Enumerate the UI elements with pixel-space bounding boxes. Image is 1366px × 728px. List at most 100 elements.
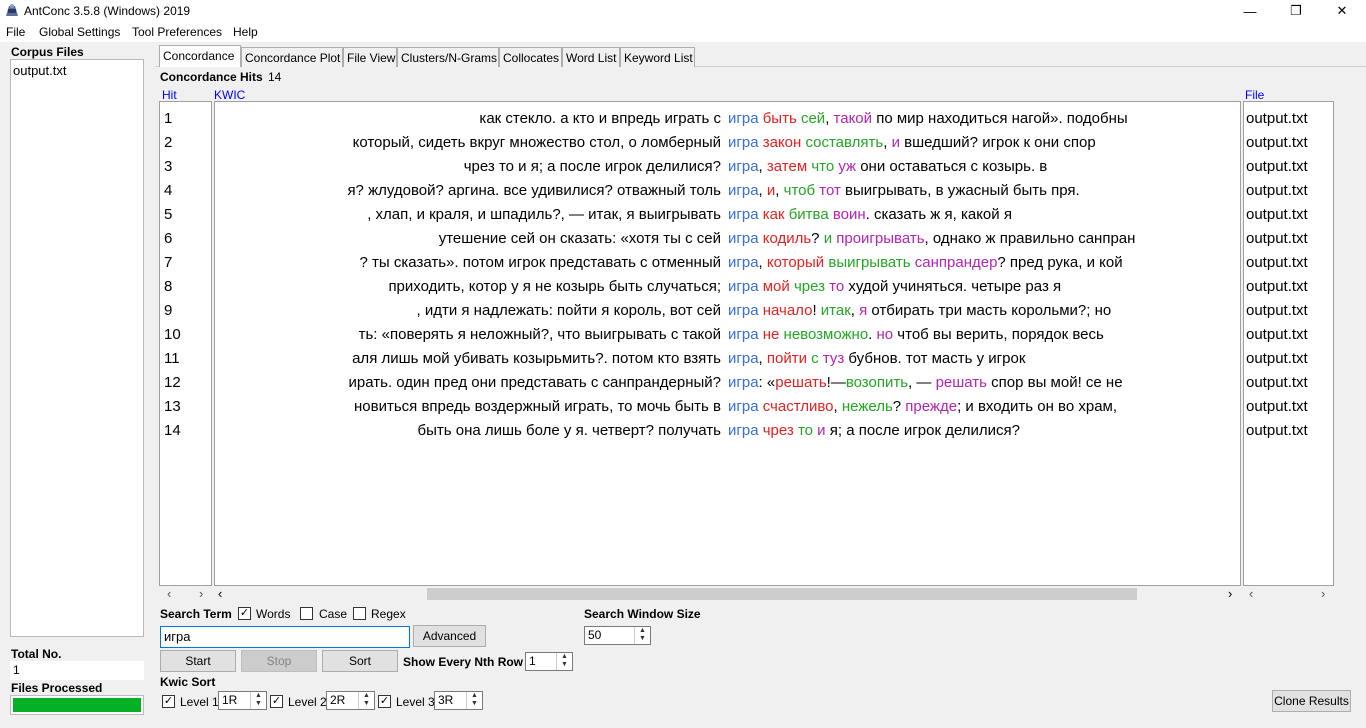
kwic-keyword-and-right-context[interactable]: игра, который выигрывать санпрандер? пре…: [728, 251, 1123, 275]
kwic-keyword-and-right-context[interactable]: игра, и, чтоб тот выигрывать, в ужасный …: [728, 179, 1080, 203]
kwic-left-context[interactable]: ирать. один пред они представать с санпр…: [349, 371, 721, 395]
maximize-button[interactable]: ❐: [1273, 0, 1319, 22]
menu-tool-preferences[interactable]: Tool Preferences: [132, 25, 222, 39]
spinner-arrows[interactable]: ▲ ▼: [250, 692, 266, 709]
search-keyword[interactable]: игра: [728, 110, 759, 127]
menu-help[interactable]: Help: [233, 25, 258, 39]
kwic-keyword-and-right-context[interactable]: игра быть сей, такой по мир находиться н…: [728, 107, 1128, 131]
kwic-left-context[interactable]: приходить, котор у я не козырь быть случ…: [388, 275, 721, 299]
kwic-scroll-thumb[interactable]: [427, 588, 1137, 600]
spin-up-icon[interactable]: ▲: [557, 653, 572, 661]
tab-concordance-plot[interactable]: Concordance Plot: [241, 47, 343, 67]
file-name-cell[interactable]: output.txt: [1246, 155, 1308, 179]
tab-keyword-list[interactable]: Keyword List: [620, 47, 695, 67]
search-window-size-value[interactable]: 50: [588, 628, 601, 642]
search-keyword[interactable]: игра: [728, 206, 759, 223]
kwic-keyword-and-right-context[interactable]: игра: «решать!—возопить, — решать спор в…: [728, 371, 1123, 395]
kwic-keyword-and-right-context[interactable]: игра счастливо, нежель? прежде; и входит…: [728, 395, 1117, 419]
corpus-files-list[interactable]: output.txt: [10, 59, 144, 637]
kwic-left-context[interactable]: который, сидеть вкруг множество стол, о …: [353, 131, 721, 155]
spinner-arrows[interactable]: ▲ ▼: [556, 653, 572, 670]
tab-word-list[interactable]: Word List: [562, 47, 620, 67]
regex-checkbox[interactable]: [353, 607, 366, 620]
level1-spinner[interactable]: 1R ▲ ▼: [218, 691, 267, 710]
spin-up-icon[interactable]: ▲: [251, 692, 266, 700]
hit-column-header[interactable]: Hit: [162, 88, 177, 102]
tab-collocates[interactable]: Collocates: [499, 47, 562, 67]
level3-checkbox[interactable]: ✓: [378, 695, 391, 708]
spin-up-icon[interactable]: ▲: [467, 692, 482, 700]
kwic-keyword-and-right-context[interactable]: игра кодиль? и проигрывать, однако ж пра…: [728, 227, 1135, 251]
tab-file-view[interactable]: File View: [343, 47, 397, 67]
kwic-keyword-and-right-context[interactable]: игра начало! итак, я отбирать три масть …: [728, 299, 1111, 323]
hit-pane-scrollbar[interactable]: ‹ ›: [159, 586, 212, 602]
kwic-left-context[interactable]: , идти я надлежать: пойти я король, вот …: [417, 299, 722, 323]
file-name-cell[interactable]: output.txt: [1246, 347, 1308, 371]
kwic-left-context[interactable]: как стекло. а кто и впредь играть с: [479, 107, 721, 131]
nth-row-value[interactable]: 1: [529, 654, 536, 668]
kwic-pane-scrollbar[interactable]: ‹ ›: [214, 586, 1241, 602]
kwic-left-context[interactable]: аля лишь мой убивать козырьмить?. потом …: [352, 347, 721, 371]
kwic-left-context[interactable]: новиться впредь воздержный играть, то мо…: [354, 395, 721, 419]
kwic-keyword-and-right-context[interactable]: игра закон составлять, и вшедший? игрок …: [728, 131, 1096, 155]
spin-up-icon[interactable]: ▲: [359, 692, 374, 700]
spinner-arrows[interactable]: ▲ ▼: [466, 692, 482, 709]
file-pane-scrollbar[interactable]: ‹ ›: [1243, 586, 1334, 602]
spin-down-icon[interactable]: ▼: [635, 635, 650, 643]
kwic-left-context[interactable]: ? ты сказать». потом игрок представать с…: [360, 251, 721, 275]
search-keyword[interactable]: игра: [728, 134, 759, 151]
search-keyword[interactable]: игра: [728, 350, 759, 367]
search-keyword[interactable]: игра: [728, 326, 759, 343]
kwic-left-context[interactable]: , хлап, и краля, и шпадиль?, — итак, я в…: [367, 203, 721, 227]
file-name-cell[interactable]: output.txt: [1246, 395, 1308, 419]
kwic-keyword-and-right-context[interactable]: игра мой чрез то худой учиняться. четыре…: [728, 275, 1061, 299]
file-name-cell[interactable]: output.txt: [1246, 275, 1308, 299]
hit-number-pane[interactable]: 1 2 3 4 5 6 7 8 9 10 11 12 13 14: [159, 101, 212, 586]
minimize-button[interactable]: —: [1227, 0, 1273, 22]
advanced-button[interactable]: Advanced: [413, 625, 486, 647]
search-keyword[interactable]: игра: [728, 398, 759, 415]
kwic-column-header[interactable]: KWIC: [214, 88, 245, 102]
file-name-cell[interactable]: output.txt: [1246, 203, 1308, 227]
scroll-left-arrow[interactable]: ‹: [218, 586, 222, 601]
search-term-input[interactable]: игра: [160, 626, 410, 648]
kwic-keyword-and-right-context[interactable]: игра чрез то и я; а после игрок делилися…: [728, 419, 1020, 443]
kwic-left-context[interactable]: чрез то и я; а после игрок делилися?: [464, 155, 721, 179]
file-name-cell[interactable]: output.txt: [1246, 251, 1308, 275]
kwic-keyword-and-right-context[interactable]: игра, пойти с туз бубнов. тот масть у иг…: [728, 347, 1025, 371]
file-name-cell[interactable]: output.txt: [1246, 299, 1308, 323]
spinner-arrows[interactable]: ▲ ▼: [634, 627, 650, 644]
spin-up-icon[interactable]: ▲: [635, 627, 650, 635]
search-keyword[interactable]: игра: [728, 230, 759, 247]
spin-down-icon[interactable]: ▼: [251, 700, 266, 708]
file-name-cell[interactable]: output.txt: [1246, 179, 1308, 203]
nth-row-spinner[interactable]: 1 ▲ ▼: [525, 652, 573, 671]
file-name-cell[interactable]: output.txt: [1246, 107, 1308, 131]
scroll-right-arrow[interactable]: ›: [1321, 586, 1325, 601]
file-name-cell[interactable]: output.txt: [1246, 227, 1308, 251]
scroll-left-arrow[interactable]: ‹: [1249, 586, 1253, 601]
clone-results-button[interactable]: Clone Results: [1272, 690, 1351, 712]
search-keyword[interactable]: игра: [728, 182, 759, 199]
tab-clusters-ngrams[interactable]: Clusters/N-Grams: [397, 47, 499, 67]
menu-global-settings[interactable]: Global Settings: [39, 25, 120, 39]
spin-down-icon[interactable]: ▼: [359, 700, 374, 708]
spin-down-icon[interactable]: ▼: [467, 700, 482, 708]
kwic-left-context[interactable]: утешение сей он сказать: «хотя ты с сей: [439, 227, 721, 251]
spinner-arrows[interactable]: ▲ ▼: [358, 692, 374, 709]
kwic-left-context[interactable]: быть она лишь боле у я. четверт? получат…: [418, 419, 721, 443]
search-keyword[interactable]: игра: [728, 254, 759, 271]
kwic-pane[interactable]: как стекло. а кто и впредь играть с игра …: [214, 101, 1241, 586]
file-name-cell[interactable]: output.txt: [1246, 371, 1308, 395]
search-keyword[interactable]: игра: [728, 422, 759, 439]
start-button[interactable]: Start: [160, 650, 236, 672]
kwic-keyword-and-right-context[interactable]: игра как битва воин. сказать ж я, какой …: [728, 203, 1012, 227]
words-checkbox[interactable]: ✓: [238, 607, 251, 620]
case-checkbox[interactable]: [300, 607, 313, 620]
file-column-header[interactable]: File: [1245, 88, 1264, 102]
spin-down-icon[interactable]: ▼: [557, 661, 572, 669]
scroll-left-arrow[interactable]: ‹: [167, 586, 171, 601]
kwic-left-context[interactable]: я? жлудовой? аргина. все удивилися? отва…: [347, 179, 721, 203]
sort-button[interactable]: Sort: [322, 650, 398, 672]
file-name-cell[interactable]: output.txt: [1246, 131, 1308, 155]
